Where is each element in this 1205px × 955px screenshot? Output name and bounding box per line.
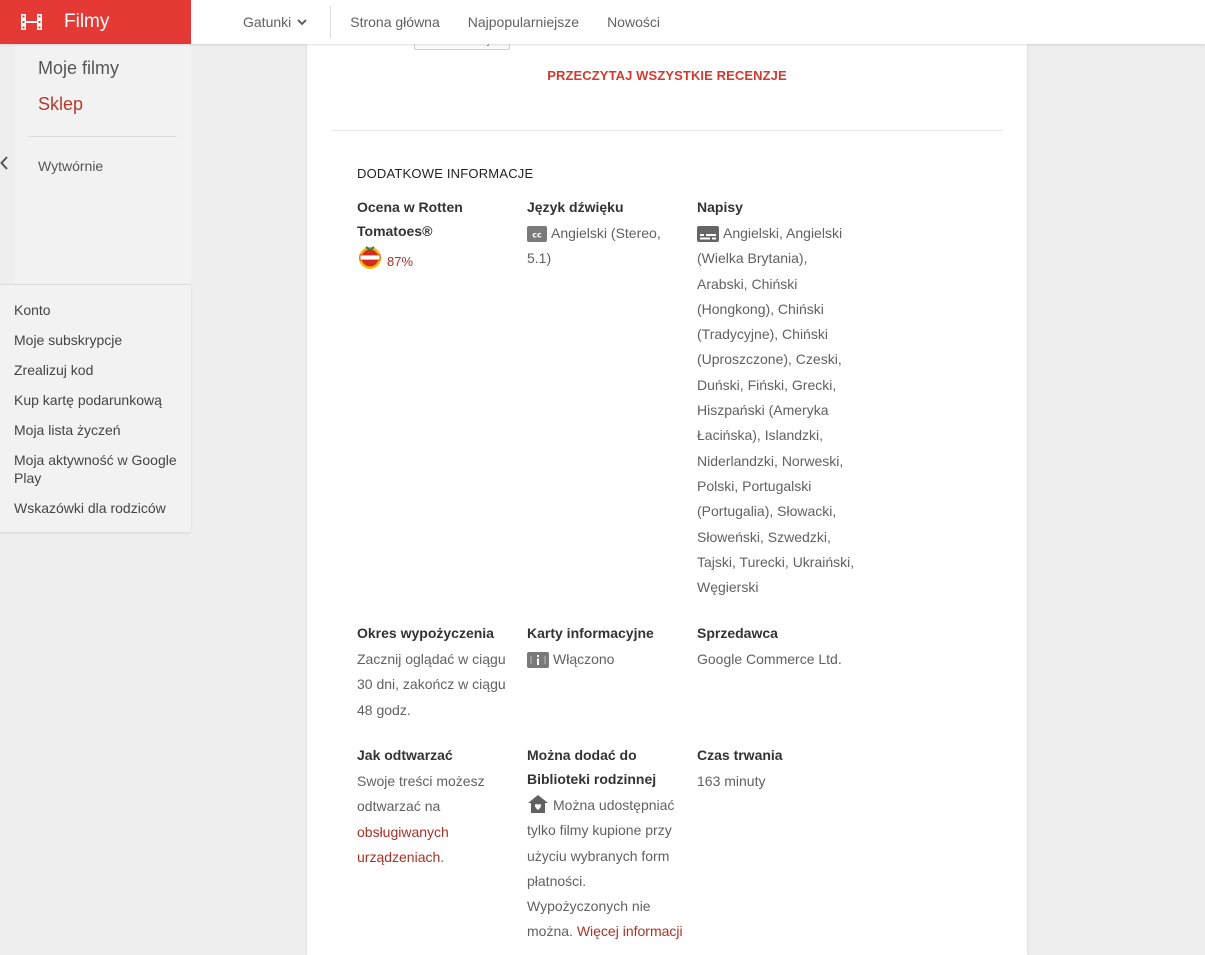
info-card-icon	[527, 652, 549, 668]
more-info-link[interactable]: Więcej informacji	[577, 923, 683, 939]
nav-divider	[330, 6, 332, 38]
subtitles-info: Napisy Angielski, Angielski (Wielka Bryt…	[697, 195, 857, 600]
info-cards-info: Karty informacyjne Włączono	[527, 621, 687, 672]
menu-item-subscriptions[interactable]: Moje subskrypcje	[14, 331, 184, 349]
menu-item-redeem[interactable]: Zrealizuj kod	[14, 361, 184, 379]
genres-dropdown[interactable]: Gatunki	[243, 14, 307, 30]
sidebar-divider	[29, 136, 177, 137]
additional-info-title: DODATKOWE INFORMACJE	[357, 166, 534, 181]
how-to-play-info: Jak odtwarzać Swoje treści możesz odtwar…	[357, 743, 517, 870]
family-library-info: Można dodać do Biblioteki rodzinnej Możn…	[527, 743, 687, 945]
section-divider	[332, 130, 1002, 131]
app-brand[interactable]: Filmy	[0, 0, 191, 44]
read-all-reviews-link[interactable]: PRZECZYTAJ WSZYSTKIE RECENZJE	[307, 68, 1027, 83]
audio-language-label: Język dźwięku	[527, 199, 624, 215]
seller-info: Sprzedawca Google Commerce Ltd.	[697, 621, 857, 672]
rotten-tomatoes-label: Ocena w Rotten Tomatoes®	[357, 199, 463, 239]
nav-link-top[interactable]: Najpopularniejsze	[468, 14, 579, 30]
how-to-play-label: Jak odtwarzać	[357, 747, 453, 763]
seller-label: Sprzedawca	[697, 625, 778, 641]
closed-captions-icon: cc	[527, 226, 547, 242]
subtitles-icon	[697, 226, 719, 242]
nav-link-home[interactable]: Strona główna	[350, 14, 440, 30]
svg-text:cc: cc	[532, 231, 542, 240]
chevron-left-icon[interactable]	[0, 156, 8, 170]
account-menu: Konto Moje subskrypcje Zrealizuj kod Kup…	[0, 284, 191, 532]
family-library-label: Można dodać do Biblioteki rodzinnej	[527, 747, 657, 787]
menu-item-account[interactable]: Konto	[14, 301, 184, 319]
seller-value: Google Commerce Ltd.	[697, 651, 842, 667]
rotten-tomatoes-score: 87%	[387, 254, 414, 269]
chevron-down-icon	[297, 18, 307, 25]
family-library-text: Można udostępniać tylko filmy kupione pr…	[527, 797, 675, 940]
sidebar-item-my-movies[interactable]: Moje filmy	[38, 58, 119, 79]
supported-devices-link[interactable]: obsługiwanych urządzeniach	[357, 824, 449, 865]
rental-period-info: Okres wypożyczenia Zacznij oglądać w cią…	[357, 621, 517, 723]
info-cards-value: Włączono	[553, 651, 615, 667]
rental-period-label: Okres wypożyczenia	[357, 625, 494, 641]
sidebar-nav: Moje filmy Sklep Wytwórnie	[15, 44, 191, 284]
info-cards-label: Karty informacyjne	[527, 625, 654, 641]
sidebar-item-studios[interactable]: Wytwórnie	[38, 158, 103, 174]
fresh-tomato-icon	[359, 246, 381, 269]
app-title: Filmy	[64, 11, 110, 32]
audio-language-value: Angielski (Stereo, 5.1)	[527, 225, 661, 267]
family-library-icon	[528, 795, 548, 813]
top-nav: Gatunki Strona główna Najpopularniejsze …	[243, 0, 688, 44]
subtitles-label: Napisy	[697, 199, 743, 215]
menu-item-activity[interactable]: Moja aktywność w Google Play	[14, 451, 184, 487]
sidebar-item-store[interactable]: Sklep	[38, 94, 83, 115]
top-bar: Filmy Gatunki Strona główna Najpopularni…	[0, 0, 1205, 44]
menu-item-parents-guide[interactable]: Wskazówki dla rodziców	[14, 499, 184, 517]
film-icon	[21, 14, 42, 30]
subtitles-value: Angielski, Angielski (Wielka Brytania), …	[697, 225, 855, 596]
duration-label: Czas trwania	[697, 747, 783, 763]
how-to-play-text: Swoje treści możesz odtwarzać na	[357, 773, 485, 815]
duration-value: 163 minuty	[697, 773, 766, 789]
how-to-play-period: .	[440, 848, 445, 865]
nav-link-new[interactable]: Nowości	[607, 14, 660, 30]
audio-language-info: Język dźwięku cc Angielski (Stereo, 5.1)	[527, 195, 687, 272]
menu-item-wishlist[interactable]: Moja lista życzeń	[14, 421, 184, 439]
details-card: Pełna recenzja PRZECZYTAJ WSZYSTKIE RECE…	[307, 38, 1027, 955]
duration-info: Czas trwania 163 minuty	[697, 743, 857, 794]
rotten-tomatoes-info: Ocena w Rotten Tomatoes® 87%	[357, 195, 487, 274]
rental-period-value: Zacznij oglądać w ciągu 30 dni, zakończ …	[357, 651, 506, 718]
menu-item-gift-card[interactable]: Kup kartę podarunkową	[14, 391, 184, 409]
genres-label: Gatunki	[243, 14, 292, 30]
